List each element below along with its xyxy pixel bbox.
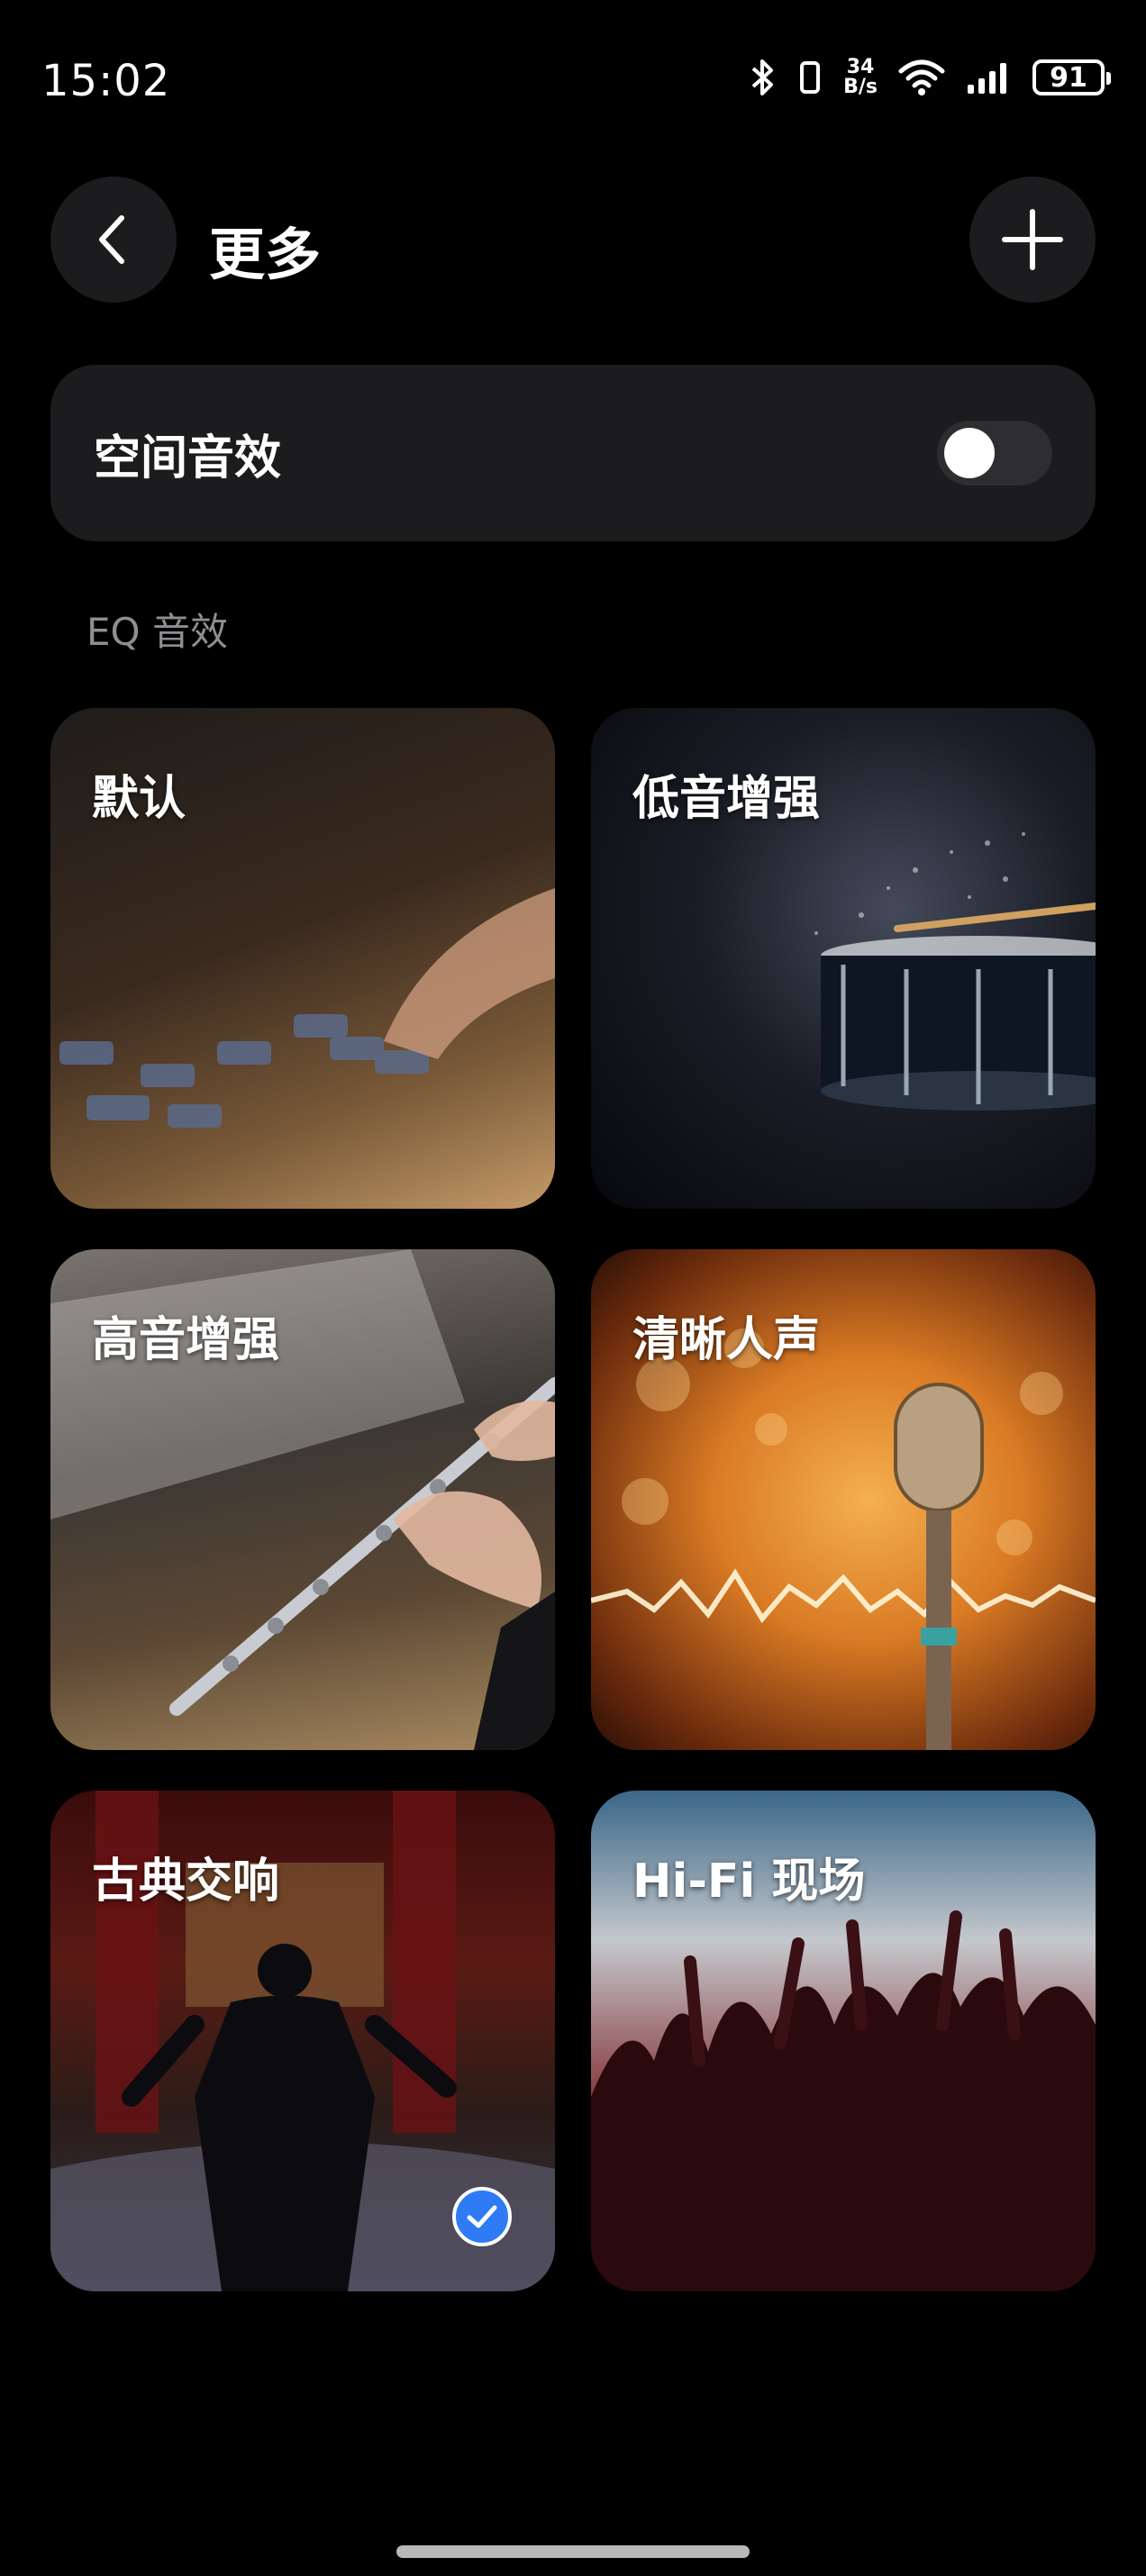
eq-preset-label: 低音增强 [632, 772, 821, 826]
status-bar: 15:02 34 B/s 91 [0, 0, 1146, 171]
eq-preset-hifi-live[interactable]: Hi-Fi 现场 [591, 1791, 1096, 2291]
eq-preset-clear-vocals[interactable]: 清晰人声 [591, 1249, 1096, 1750]
spatial-audio-label: 空间音效 [94, 431, 282, 485]
wifi-icon [898, 59, 945, 95]
eq-preset-label: 高音增强 [92, 1313, 280, 1367]
spatial-audio-toggle[interactable] [937, 421, 1052, 485]
status-time: 15:02 [41, 56, 171, 106]
net-speed: 34 B/s [843, 58, 878, 97]
chevron-left-icon [99, 215, 124, 264]
battery-icon: 91 [1032, 59, 1111, 95]
eq-preset-label: 清晰人声 [632, 1313, 821, 1367]
selected-check-badge [452, 2187, 512, 2246]
status-icons: 34 B/s 91 [750, 58, 1111, 97]
eq-preset-treble-boost[interactable]: 高音增强 [50, 1249, 555, 1750]
net-speed-value: 34 [846, 56, 875, 78]
net-speed-unit: B/s [843, 76, 878, 98]
add-button[interactable] [969, 177, 1096, 303]
signal-icon [968, 63, 1006, 94]
eq-preset-label: 古典交响 [92, 1855, 280, 1909]
spatial-audio-row: 空间音效 [50, 365, 1096, 541]
page-title: 更多 [209, 222, 322, 287]
eq-preset-default[interactable]: 默认 [50, 708, 555, 1209]
eq-preset-label: 默认 [92, 772, 186, 826]
eq-preset-label: Hi-Fi 现场 [632, 1855, 866, 1909]
home-indicator[interactable] [396, 2545, 750, 2558]
bluetooth-icon [751, 59, 774, 95]
eq-preset-classical-symphony[interactable]: 古典交响 [50, 1791, 555, 2291]
eq-section-label: EQ 音效 [86, 610, 228, 654]
back-button[interactable] [50, 177, 177, 303]
toggle-knob [944, 428, 995, 478]
checkmark-icon [467, 2205, 497, 2228]
eq-preset-bass-boost[interactable]: 低音增强 [591, 708, 1096, 1209]
battery-level: 91 [1050, 61, 1087, 94]
vibrate-icon [800, 61, 821, 94]
plus-icon [1002, 209, 1063, 270]
